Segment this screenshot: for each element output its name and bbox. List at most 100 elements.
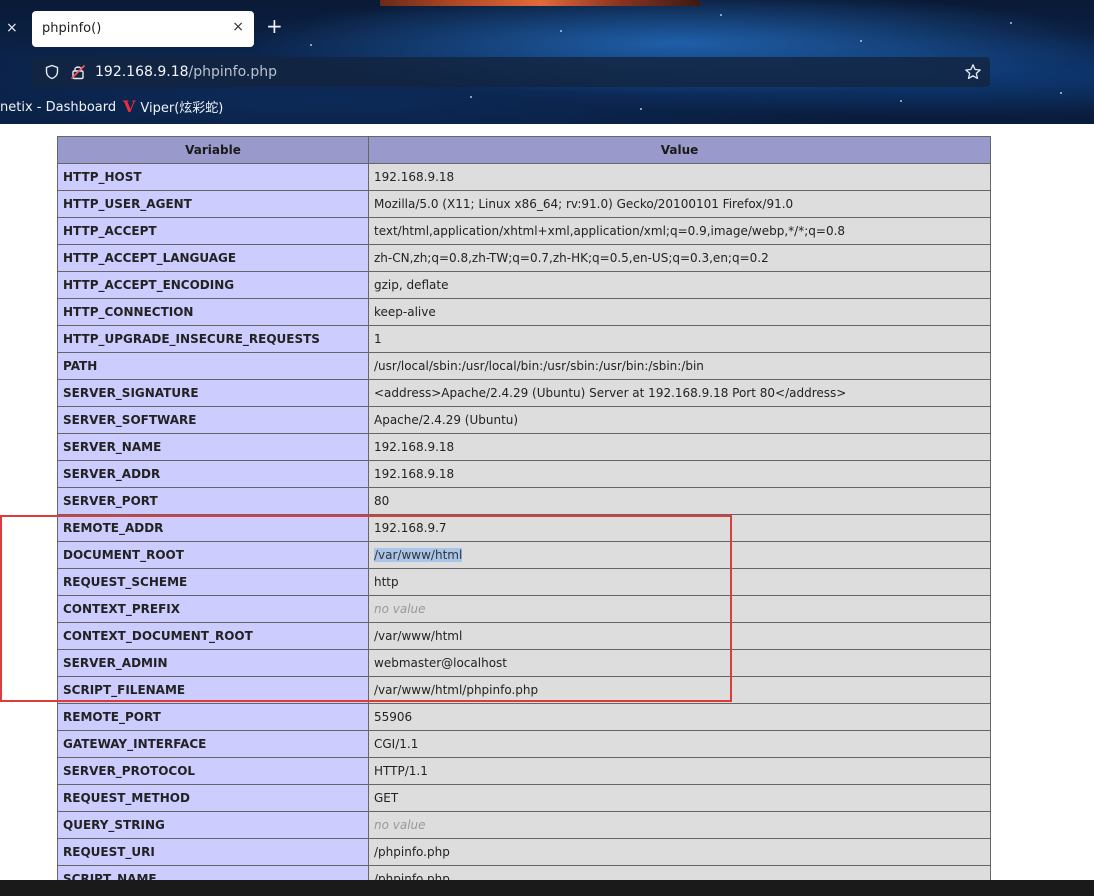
variable-value-cell: /var/www/html <box>368 541 991 569</box>
variable-value-cell: zh-CN,zh;q=0.8,zh-TW;q=0.7,zh-HK;q=0.5,e… <box>368 244 991 272</box>
variable-value-cell: text/html,application/xhtml+xml,applicat… <box>368 217 991 245</box>
value-text: 192.168.9.18 <box>374 170 455 184</box>
bookmark-star-icon[interactable] <box>964 63 982 81</box>
column-header-value: Value <box>368 136 991 164</box>
bookmark-viper-label: Viper(炫彩蛇) <box>140 101 224 116</box>
value-text: 1 <box>374 332 382 346</box>
variable-name-cell: HTTP_UPGRADE_INSECURE_REQUESTS <box>57 325 369 353</box>
table-row: CONTEXT_DOCUMENT_ROOT/var/www/html <box>57 622 991 650</box>
variable-name-cell: SERVER_ADMIN <box>57 649 369 677</box>
selected-value-text: /var/www/html <box>374 548 463 562</box>
value-text: 192.168.9.18 <box>374 440 455 454</box>
variable-name-cell: QUERY_STRING <box>57 811 369 839</box>
viper-icon: V <box>123 97 136 116</box>
variable-name-cell: GATEWAY_INTERFACE <box>57 730 369 758</box>
variable-value-cell: CGI/1.1 <box>368 730 991 758</box>
tab-phpinfo[interactable]: phpinfo() × <box>32 11 254 47</box>
page-content: Variable Value HTTP_HOST 192.168.9.18 HTTP… <box>0 124 1094 880</box>
variable-value-cell: Mozilla/5.0 (X11; Linux x86_64; rv:91.0)… <box>368 190 991 218</box>
table-row: CONTEXT_PREFIX no value <box>57 595 991 623</box>
table-row: GATEWAY_INTERFACE CGI/1.1 <box>57 730 991 758</box>
variable-value-cell: /phpinfo.php <box>368 838 991 866</box>
variable-value-cell: 1 <box>368 325 991 353</box>
variable-value-cell: 192.168.9.18 <box>368 163 991 191</box>
value-text: Apache/2.4.29 (Ubuntu) <box>374 413 519 427</box>
value-text: CGI/1.1 <box>374 737 419 751</box>
variable-name-cell: PATH <box>57 352 369 380</box>
value-text: GET <box>374 791 399 805</box>
variable-value-cell: /var/www/html/phpinfo.php <box>368 676 991 704</box>
bookmark-viper[interactable]: V Viper(炫彩蛇) <box>123 97 223 116</box>
table-header-row: Variable Value <box>57 136 991 164</box>
variable-name-cell: SERVER_SOFTWARE <box>57 406 369 434</box>
browser-chrome: × phpinfo() × + 192.168.9.18/phpinfo.php… <box>0 0 1094 124</box>
variable-value-cell: 80 <box>368 487 991 515</box>
tab-close-icon[interactable]: × <box>232 19 244 35</box>
table-row: QUERY_STRING no value <box>57 811 991 839</box>
variable-value-cell: keep-alive <box>368 298 991 326</box>
variable-name-cell: CONTEXT_PREFIX <box>57 595 369 623</box>
variable-value-cell: 192.168.9.18 <box>368 433 991 461</box>
variable-value-cell: no value <box>368 811 991 839</box>
variable-name-cell: SCRIPT_FILENAME <box>57 676 369 704</box>
variable-name-cell: HTTP_ACCEPT <box>57 217 369 245</box>
table-row: HTTP_ACCEPT text/html,application/xhtml+x… <box>57 217 991 245</box>
table-row: REQUEST_METHOD GET <box>57 784 991 812</box>
variable-name-cell: REQUEST_METHOD <box>57 784 369 812</box>
table-row: HTTP_UPGRADE_INSECURE_REQUESTS 1 <box>57 325 991 353</box>
variable-name-cell: REMOTE_ADDR <box>57 514 369 542</box>
value-text: /var/www/html <box>374 629 463 643</box>
phpinfo-table: Variable Value HTTP_HOST 192.168.9.18 HTTP… <box>57 136 991 880</box>
table-row: SERVER_ADMIN webmaster@localhost <box>57 649 991 677</box>
bookmark-netix-dashboard[interactable]: netix - Dashboard <box>0 100 116 115</box>
value-text: text/html,application/xhtml+xml,applicat… <box>374 224 846 238</box>
url-text[interactable]: 192.168.9.18/phpinfo.php <box>95 64 277 80</box>
variable-value-cell: GET <box>368 784 991 812</box>
shield-icon[interactable] <box>44 64 60 80</box>
table-row: SCRIPT_NAME/phpinfo.php <box>57 865 991 880</box>
table-row: HTTP_CONNECTION keep-alive <box>57 298 991 326</box>
column-header-variable: Variable <box>57 136 369 164</box>
url-host: 192.168.9.18 <box>95 64 189 80</box>
variable-name-cell: REQUEST_SCHEME <box>57 568 369 596</box>
table-body: HTTP_HOST 192.168.9.18 HTTP_USER_AGENT Mozi… <box>57 163 991 880</box>
table-row: REQUEST_SCHEME http <box>57 568 991 596</box>
table-row: SERVER_PROTOCOL HTTP/1.1 <box>57 757 991 785</box>
variable-value-cell: /phpinfo.php <box>368 865 991 880</box>
variable-value-cell: webmaster@localhost <box>368 649 991 677</box>
insecure-lock-icon[interactable] <box>70 64 86 80</box>
new-tab-icon[interactable]: + <box>266 16 283 36</box>
variable-value-cell: HTTP/1.1 <box>368 757 991 785</box>
table-row: HTTP_USER_AGENT Mozilla/5.0 (X11; Linux x… <box>57 190 991 218</box>
value-text: gzip, deflate <box>374 278 449 292</box>
table-row: PATH/usr/local/sbin:/usr/local/bin:/usr/… <box>57 352 991 380</box>
table-row: HTTP_ACCEPT_LANGUAGE zh-CN,zh;q=0.8,zh-TW… <box>57 244 991 272</box>
previous-tab-close-icon[interactable]: × <box>6 20 18 36</box>
table-row: SERVER_SOFTWARE Apache/2.4.29 (Ubuntu) <box>57 406 991 434</box>
value-text: zh-CN,zh;q=0.8,zh-TW;q=0.7,zh-HK;q=0.5,e… <box>374 251 769 265</box>
value-text: <address>Apache/2.4.29 (Ubuntu) Server a… <box>374 386 847 400</box>
value-text: 192.168.9.7 <box>374 521 447 535</box>
variable-value-cell: 192.168.9.18 <box>368 460 991 488</box>
table-row: SERVER_SIGNATURE <address>Apache/2.4.29 (… <box>57 379 991 407</box>
tab-title: phpinfo() <box>42 21 102 36</box>
variable-name-cell: HTTP_ACCEPT_LANGUAGE <box>57 244 369 272</box>
variable-value-cell: http <box>368 568 991 596</box>
value-text: 55906 <box>374 710 413 724</box>
url-bar[interactable]: 192.168.9.18/phpinfo.php <box>32 57 990 87</box>
table-row: REMOTE_ADDR 192.168.9.7 <box>57 514 991 542</box>
url-path: /phpinfo.php <box>188 64 277 80</box>
value-text: webmaster@localhost <box>374 656 507 670</box>
table-row: HTTP_ACCEPT_ENCODING gzip, deflate <box>57 271 991 299</box>
variable-name-cell: HTTP_USER_AGENT <box>57 190 369 218</box>
variable-name-cell: SCRIPT_NAME <box>57 865 369 880</box>
variable-value-cell: Apache/2.4.29 (Ubuntu) <box>368 406 991 434</box>
value-text: keep-alive <box>374 305 436 319</box>
variable-value-cell: 55906 <box>368 703 991 731</box>
table-row: DOCUMENT_ROOT/var/www/html <box>57 541 991 569</box>
variable-value-cell: gzip, deflate <box>368 271 991 299</box>
variable-name-cell: HTTP_ACCEPT_ENCODING <box>57 271 369 299</box>
variable-name-cell: HTTP_HOST <box>57 163 369 191</box>
table-row: SERVER_PORT 80 <box>57 487 991 515</box>
variable-name-cell: DOCUMENT_ROOT <box>57 541 369 569</box>
